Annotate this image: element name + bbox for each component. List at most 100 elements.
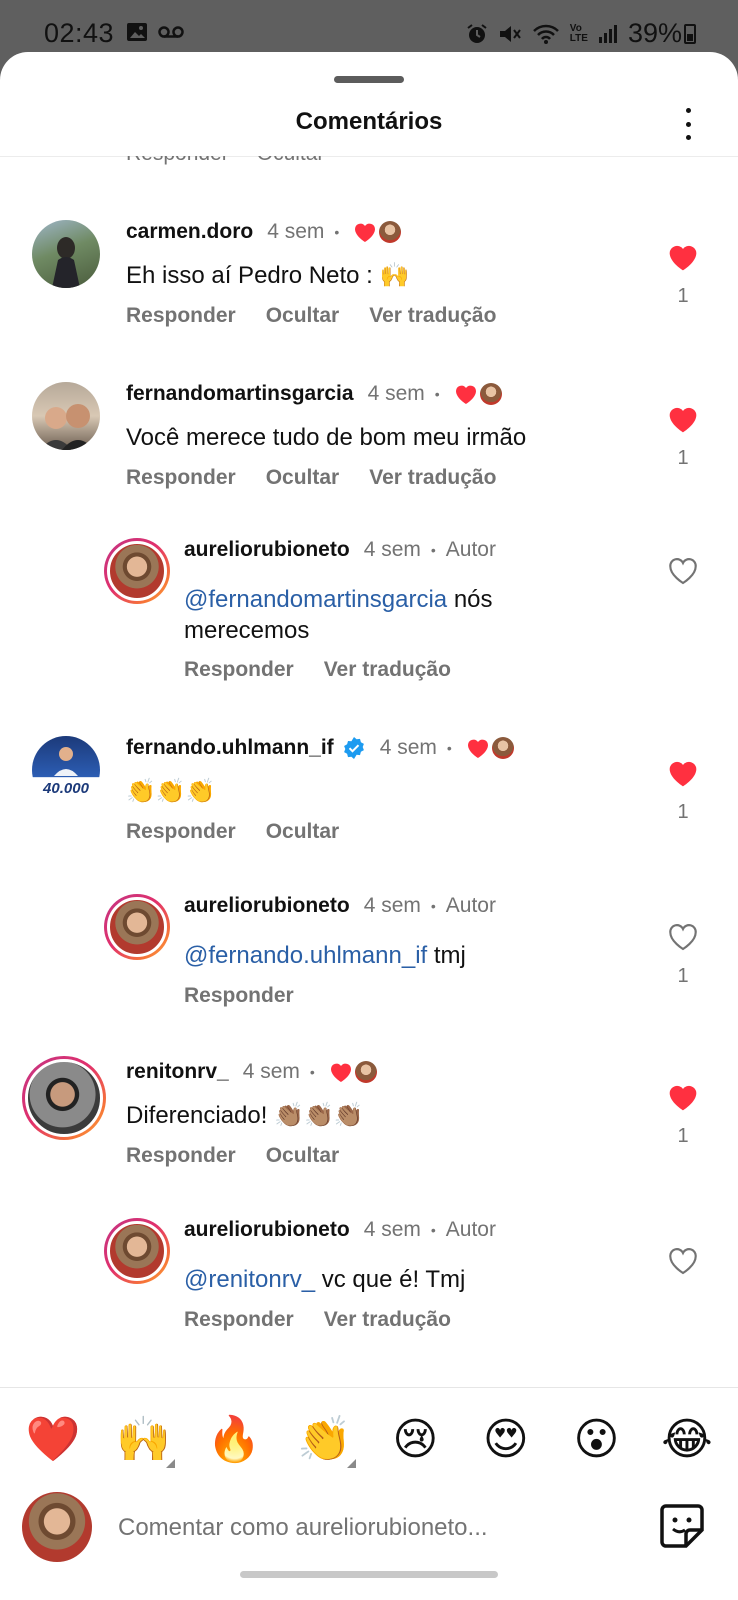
timestamp: 4 sem xyxy=(379,736,437,759)
like-button[interactable]: 1 xyxy=(666,404,700,470)
emoji-heart-button[interactable]: ❤️ xyxy=(20,1406,86,1472)
comment-input[interactable] xyxy=(118,1510,618,1546)
timestamp: 4 sem xyxy=(267,220,325,243)
like-button[interactable]: 1 xyxy=(666,922,700,988)
timestamp: 4 sem xyxy=(367,382,425,405)
more-options-button[interactable] xyxy=(680,108,696,140)
avatar xyxy=(22,1492,92,1562)
composer-divider xyxy=(0,1387,738,1388)
heart-outline-icon xyxy=(669,924,697,951)
alarm-icon xyxy=(467,23,487,43)
author-label: Autor xyxy=(445,1218,496,1241)
liked-by-author-badge xyxy=(466,737,514,759)
mention-link[interactable]: @fernandomartinsgarcia xyxy=(184,586,447,613)
verified-badge-icon xyxy=(343,737,364,759)
author-mini-avatar xyxy=(354,1061,377,1083)
avatar-story-ring[interactable] xyxy=(104,1218,170,1284)
username[interactable]: fernando.uhlmann_if xyxy=(126,736,334,760)
avatar-story-ring[interactable] xyxy=(104,894,170,960)
author-mini-avatar xyxy=(491,737,514,759)
see-translation-button[interactable]: Ver tradução xyxy=(369,304,496,328)
skin-tone-indicator xyxy=(346,1459,356,1468)
signal-icon xyxy=(598,24,617,43)
comment-text: Diferenciado! 👏🏽👏🏽👏🏽 xyxy=(126,1102,364,1129)
small-heart-icon xyxy=(467,739,488,758)
like-button[interactable]: 1 xyxy=(666,1082,700,1148)
like-button[interactable]: 1 xyxy=(666,758,700,824)
reply-button[interactable]: Responder xyxy=(126,156,229,165)
sticker-icon[interactable] xyxy=(656,1500,708,1552)
like-count: 1 xyxy=(677,965,689,987)
username[interactable]: aureliorubioneto xyxy=(184,538,350,562)
hide-button[interactable]: Ocultar xyxy=(266,304,340,328)
avatar[interactable] xyxy=(32,382,100,450)
emoji-fire-button[interactable]: 🔥 xyxy=(201,1406,267,1472)
see-translation-button[interactable]: Ver tradução xyxy=(324,658,451,682)
mention-link[interactable]: @fernando.uhlmann_if xyxy=(184,942,427,969)
mention-link[interactable]: @renitonrv_ xyxy=(184,1266,315,1293)
reply-button[interactable]: Responder xyxy=(184,658,294,682)
like-count: 1 xyxy=(677,447,689,469)
partial-actions: Responder Ocultar xyxy=(126,156,352,166)
avatar-badge-text: 40.000 xyxy=(43,780,89,797)
heart-filled-icon xyxy=(669,407,697,433)
hide-button[interactable]: Ocultar xyxy=(266,1144,340,1168)
emoji-laughing-button[interactable]: 😂 xyxy=(654,1406,720,1472)
heart-filled-icon xyxy=(669,245,697,271)
reply-button[interactable]: Responder xyxy=(126,820,236,844)
comment-text: Você merece tudo de bom meu irmão xyxy=(126,424,527,451)
reply-button[interactable]: Responder xyxy=(126,304,236,328)
avatar-story-ring[interactable] xyxy=(104,538,170,604)
see-translation-button[interactable]: Ver tradução xyxy=(369,466,496,490)
battery-icon xyxy=(684,24,696,44)
username[interactable]: renitonrv_ xyxy=(126,1060,229,1084)
author-label: Autor xyxy=(445,894,496,917)
username[interactable]: carmen.doro xyxy=(126,220,253,244)
author-label: Autor xyxy=(445,538,496,561)
image-icon xyxy=(127,23,147,41)
timestamp: 4 sem xyxy=(363,538,421,561)
like-count: 1 xyxy=(677,1125,689,1147)
comment-text: 👏👏👏 xyxy=(126,778,216,805)
header-divider xyxy=(0,156,738,157)
like-button[interactable] xyxy=(666,556,700,599)
avatar[interactable] xyxy=(32,220,100,288)
like-count: 1 xyxy=(677,801,689,823)
hide-button[interactable]: Ocultar xyxy=(266,820,340,844)
emoji-surprised-button[interactable]: 😮 xyxy=(563,1406,629,1472)
small-heart-icon xyxy=(455,385,476,404)
liked-by-author-badge xyxy=(454,383,502,405)
comment-text: @fernando.uhlmann_if tmj xyxy=(184,942,466,969)
username[interactable]: aureliorubioneto xyxy=(184,894,350,918)
username[interactable]: aureliorubioneto xyxy=(184,1218,350,1242)
quick-reactions-bar: ❤️ 🙌 🔥 👏 😢 😍 😮 😂 xyxy=(20,1406,720,1472)
home-indicator[interactable] xyxy=(240,1571,498,1578)
like-button[interactable]: 1 xyxy=(666,242,700,308)
wifi-icon xyxy=(532,24,559,44)
status-bar: 02:43 Vo LTE 39% xyxy=(0,0,738,56)
battery-percent: 39% xyxy=(627,18,682,48)
see-translation-button[interactable]: Ver tradução xyxy=(324,1308,451,1332)
timestamp: 4 sem xyxy=(363,1218,421,1241)
emoji-crying-button[interactable]: 😢 xyxy=(382,1406,448,1472)
hide-button[interactable]: Ocultar xyxy=(266,466,340,490)
reply-button[interactable]: Responder xyxy=(126,1144,236,1168)
heart-filled-icon xyxy=(669,1085,697,1111)
avatar-story-ring[interactable] xyxy=(22,1056,106,1140)
reply-button[interactable]: Responder xyxy=(126,466,236,490)
drag-handle[interactable] xyxy=(334,76,404,83)
username[interactable]: fernandomartinsgarcia xyxy=(126,382,354,406)
emoji-clap-button[interactable]: 👏 xyxy=(292,1406,358,1472)
like-button[interactable] xyxy=(666,1246,700,1289)
comment-text: @fernandomartinsgarcia nós merecemos xyxy=(184,586,493,644)
emoji-raised-hands-button[interactable]: 🙌 xyxy=(111,1406,177,1472)
avatar[interactable]: 40.000 xyxy=(32,736,100,804)
timestamp: 4 sem xyxy=(242,1060,300,1083)
comment-text: Eh isso aí Pedro Neto : 🙌 xyxy=(126,262,410,289)
voicemail-icon xyxy=(158,26,184,38)
reply-button[interactable]: Responder xyxy=(184,1308,294,1332)
hide-button[interactable]: Ocultar xyxy=(257,156,325,165)
reply-button[interactable]: Responder xyxy=(184,984,294,1008)
volte-icon: Vo LTE xyxy=(569,22,588,44)
emoji-heart-eyes-button[interactable]: 😍 xyxy=(473,1406,539,1472)
